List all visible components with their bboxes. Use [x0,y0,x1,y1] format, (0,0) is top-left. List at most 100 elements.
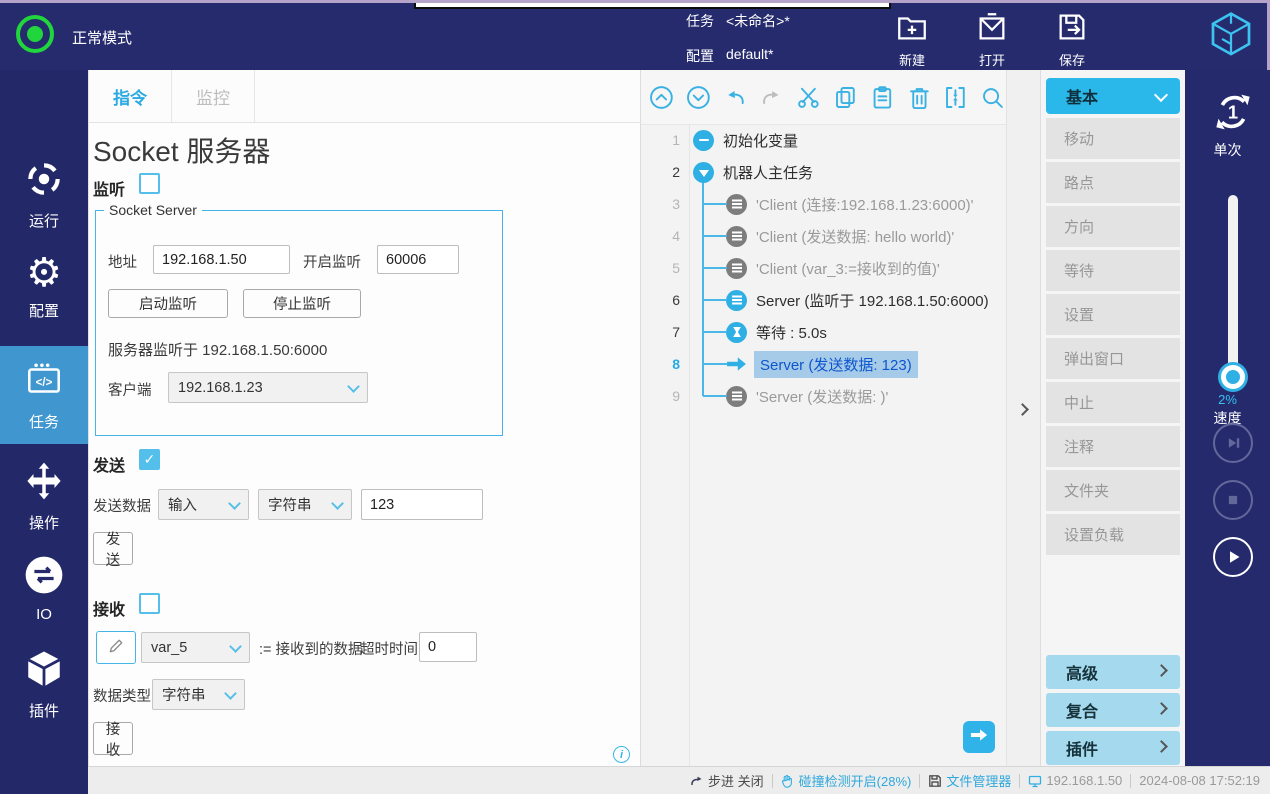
status-bar: 步进 关闭 碰撞检测开启(28%) 文件管理器 192.168.1.50 202… [88,766,1270,794]
save-task-button[interactable]: 保存 [1044,10,1100,69]
port-input[interactable] [377,245,459,274]
info-icon[interactable]: i [613,746,630,763]
sidebar-item-plugin[interactable]: 插件 [0,648,88,721]
file-manager-link[interactable]: 文件管理器 [928,771,1011,790]
chevron-down-icon [224,687,237,700]
send-payload-input[interactable] [361,489,483,520]
undo-icon[interactable] [722,84,749,111]
tree-row[interactable]: 3 'Client (连接:192.168.1.23:6000)' [641,188,1006,220]
chevron-right-icon [1155,740,1168,753]
receive-type-select[interactable]: 字符串 [152,679,245,710]
play-button[interactable] [1213,537,1253,577]
monitor-icon [1028,774,1042,788]
palette-item-direction[interactable]: 方向 [1046,206,1180,247]
receive-button[interactable]: 接收 [93,722,133,755]
palette-item-waypoint[interactable]: 路点 [1046,162,1180,203]
palette-group-basic[interactable]: 基本 [1046,78,1180,114]
speed-slider-thumb[interactable] [1221,365,1245,389]
palette-item-move[interactable]: 移动 [1046,118,1180,159]
tree-row[interactable]: 7 等待 : 5.0s [641,316,1006,348]
redo-icon[interactable] [758,84,785,111]
tree-row-selected[interactable]: 8 Server (发送数据: 123) [641,348,1006,380]
receive-label: 接收 [93,596,125,620]
insert-next-button[interactable] [963,721,995,753]
copy-icon[interactable] [832,84,859,111]
disabled-node-icon [726,258,747,279]
send-button[interactable]: 发送 [93,532,133,565]
stop-listen-button[interactable]: 停止监听 [243,289,361,318]
repeat-once-icon: 1 [1211,90,1255,134]
tree-row[interactable]: 6 Server (监听于 192.168.1.50:6000) [641,284,1006,316]
receive-var-select[interactable]: var_5 [141,632,250,663]
sidebar-item-run[interactable]: 运行 [0,158,88,231]
sidebar-item-task[interactable]: </> 任务 [0,346,88,444]
delete-icon[interactable] [906,84,933,111]
arrow-right-icon [970,728,988,747]
panel-expander[interactable] [1006,70,1040,766]
start-listen-button[interactable]: 启动监听 [108,289,228,318]
expand-triangle-icon[interactable] [693,162,714,183]
stop-button[interactable] [1213,480,1253,520]
palette-item-set[interactable]: 设置 [1046,294,1180,335]
move-up-icon[interactable] [648,84,675,111]
speed-slider-track[interactable] [1228,195,1238,385]
palette-item-abort[interactable]: 中止 [1046,382,1180,423]
palette-group-composite[interactable]: 复合 [1046,693,1180,727]
pencil-icon [107,636,126,660]
code-glyph: </> [36,376,53,388]
tab-monitor[interactable]: 监控 [172,70,255,122]
sidebar-item-operate[interactable]: 操作 [0,460,88,533]
palette-group-advanced[interactable]: 高级 [1046,655,1180,689]
paste-icon[interactable] [869,84,896,111]
tree-row[interactable]: 4 'Client (发送数据: hello world)' [641,220,1006,252]
listen-checkbox[interactable] [139,173,160,194]
minus-circle-icon [693,130,714,151]
address-input[interactable] [153,245,290,274]
search-icon[interactable] [979,84,1006,111]
tree-row[interactable]: 1 初始化变量 [641,124,1006,156]
send-checkbox[interactable]: ✓ [139,449,160,470]
step-next-button[interactable] [1213,423,1253,463]
timeout-input[interactable] [419,632,477,662]
skip-next-icon [1222,432,1244,454]
new-task-button[interactable]: 新建 [884,10,940,69]
palette-group-plugin[interactable]: 插件 [1046,731,1180,765]
send-mode-value: 输入 [168,494,197,515]
client-select[interactable]: 192.168.1.23 [168,372,368,403]
collision-status[interactable]: 碰撞检测开启(28%) [781,771,912,790]
tree-row[interactable]: 2 机器人主任务 [641,156,1006,188]
palette-item-folder[interactable]: 文件夹 [1046,470,1180,511]
collapse-icon[interactable] [942,84,969,111]
palette-item-comment[interactable]: 注释 [1046,426,1180,467]
cut-icon[interactable] [795,84,822,111]
palette-item-wait[interactable]: 等待 [1046,250,1180,291]
sidebar-item-io[interactable]: IO [0,554,88,623]
receive-checkbox[interactable] [139,593,160,614]
send-mode-select[interactable]: 输入 [158,489,249,520]
config-label: 配置 [686,46,714,66]
send-type-select[interactable]: 字符串 [258,489,352,520]
sidebar-item-label: IO [36,606,52,623]
palette-item-payload[interactable]: 设置负载 [1046,514,1180,555]
screen: 正常模式 任务 <未命名>* 配置 default* 新建 打开 保存 [0,0,1270,794]
tab-command[interactable]: 指令 [89,70,172,122]
move-down-icon[interactable] [685,84,712,111]
step-mode-status[interactable]: 步进 关闭 [690,771,764,790]
hourglass-icon [726,322,747,343]
tree-row[interactable]: 5 'Client (var_3:=接收到的值)' [641,252,1006,284]
palette-item-popup[interactable]: 弹出窗口 [1046,338,1180,379]
file-manager-text: 文件管理器 [946,771,1011,790]
mode-label: 正常模式 [72,27,132,48]
line-number: 1 [641,132,689,148]
disabled-node-icon [726,386,747,407]
sidebar-item-config[interactable]: ⚙ 配置 [0,252,88,321]
port-label: 开启监听 [303,251,361,272]
edit-variable-button[interactable] [96,631,136,664]
receive-var-value: var_5 [151,640,187,656]
sidebar-item-label: 运行 [29,210,59,231]
open-task-button[interactable]: 打开 [964,10,1020,69]
single-cycle-button[interactable]: 1 [1211,90,1255,139]
task-code-icon: </> [23,359,65,405]
tree-row[interactable]: 9 'Server (发送数据: )' [641,380,1006,412]
send-data-label: 发送数据 [93,495,151,516]
